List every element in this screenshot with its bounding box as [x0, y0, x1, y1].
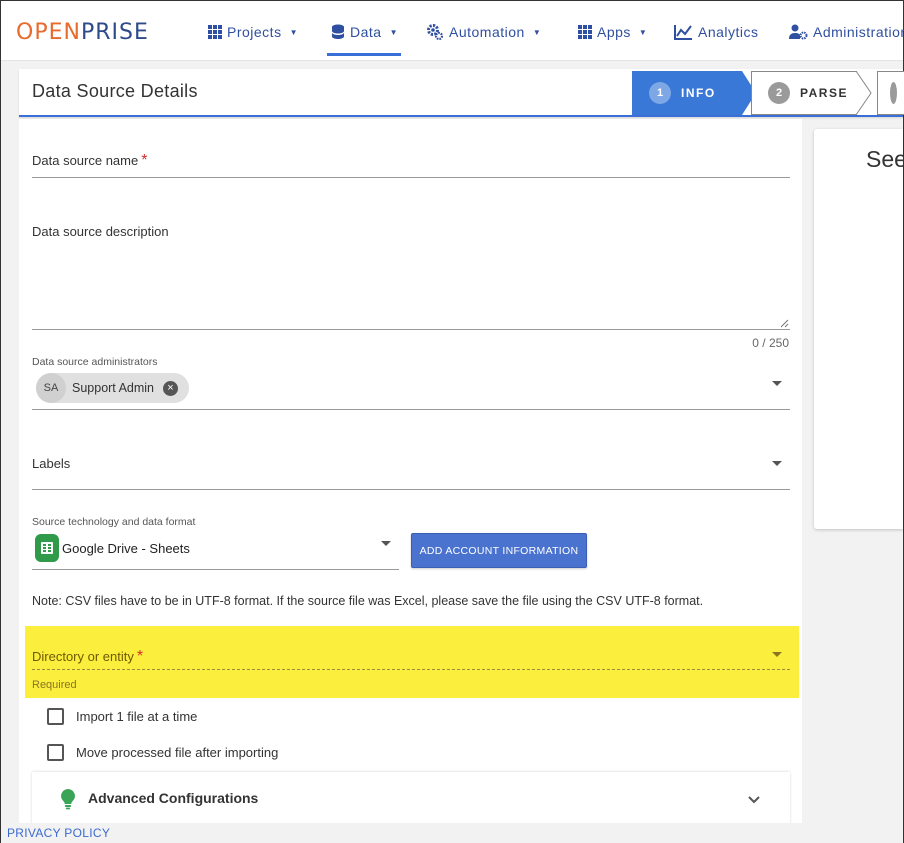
top-navigation-bar: OPENPRISE Projects ▼ Data ▼ Automation ▼… — [1, 1, 904, 61]
footer — [1, 823, 903, 843]
admin-chip[interactable]: SA Support Admin × — [36, 373, 189, 403]
side-panel-title: See — [866, 146, 904, 172]
step-number — [890, 82, 897, 104]
admins-dropdown-icon[interactable] — [772, 381, 782, 386]
admins-field-label: Data source administrators — [32, 356, 158, 368]
caret-down-icon: ▼ — [389, 27, 398, 37]
side-panel: See — [814, 129, 904, 529]
avatar: SA — [36, 373, 66, 403]
nav-data[interactable]: Data ▼ — [331, 19, 398, 45]
chevron-down-icon[interactable] — [746, 791, 762, 807]
name-field-label: Data source name * — [32, 152, 148, 169]
description-field-label: Data source description — [32, 224, 169, 239]
source-select[interactable] — [32, 569, 399, 570]
source-field-label: Source technology and data format — [32, 516, 196, 528]
page-title: Data Source Details — [32, 81, 198, 101]
grid-icon — [208, 25, 222, 39]
name-input[interactable] — [32, 177, 790, 178]
checkbox-icon[interactable] — [47, 743, 64, 761]
caret-down-icon: ▼ — [638, 27, 648, 37]
openprise-logo[interactable]: OPENPRISE — [16, 20, 149, 46]
admins-select[interactable] — [32, 409, 790, 410]
nav-analytics[interactable]: Analytics — [674, 19, 759, 45]
user-gear-icon — [789, 24, 808, 40]
step-label: PARSE — [800, 86, 848, 100]
lightbulb-icon — [61, 789, 75, 810]
source-selected-value: Google Drive - Sheets — [62, 541, 190, 556]
line-chart-icon — [674, 25, 692, 40]
required-mark: * — [141, 152, 148, 169]
directory-dropdown-icon[interactable] — [772, 652, 782, 657]
nav-apps[interactable]: Apps ▼ — [578, 19, 647, 45]
directory-field-label: Directory or entity * — [32, 648, 144, 665]
step-parse[interactable]: 2 PARSE — [751, 71, 857, 115]
page-header: Data Source Details 1 INFO 2 PARSE — [19, 69, 904, 117]
character-counter: 0 / 250 — [752, 336, 789, 350]
move-processed-checkbox[interactable]: Move processed file after importing — [47, 742, 278, 762]
advanced-configurations-title: Advanced Configurations — [88, 790, 259, 806]
caret-down-icon: ▼ — [289, 27, 298, 37]
step-number: 1 — [649, 82, 671, 104]
step-number: 2 — [768, 82, 790, 104]
advanced-configurations-panel[interactable]: Advanced Configurations — [32, 772, 790, 829]
required-mark: * — [136, 648, 144, 665]
google-sheets-icon — [35, 534, 59, 562]
nav-administration[interactable]: Administration — [789, 19, 904, 45]
source-dropdown-icon[interactable] — [381, 541, 391, 546]
step-next[interactable] — [877, 71, 904, 115]
resize-grip-icon[interactable] — [780, 319, 789, 328]
labels-select[interactable] — [32, 489, 790, 490]
description-textarea[interactable] — [32, 329, 790, 330]
chip-label: Support Admin — [72, 381, 154, 395]
close-icon[interactable]: × — [163, 380, 178, 396]
labels-field-label: Labels — [32, 456, 71, 471]
gears-icon — [427, 24, 444, 41]
csv-note: Note: CSV files have to be in UTF-8 form… — [32, 594, 704, 608]
step-arrow — [856, 71, 872, 115]
nav-projects[interactable]: Projects ▼ — [208, 19, 298, 45]
checkbox-icon[interactable] — [47, 707, 64, 725]
step-label: INFO — [681, 86, 716, 100]
privacy-policy-link[interactable]: PRIVACY POLICY — [7, 826, 115, 840]
labels-dropdown-icon[interactable] — [772, 461, 782, 466]
caret-down-icon: ▼ — [532, 27, 542, 37]
directory-error-text: Required — [32, 679, 77, 691]
nav-active-indicator — [327, 53, 401, 56]
database-icon — [332, 24, 344, 39]
add-account-button[interactable]: ADD ACCOUNT INFORMATION — [411, 533, 587, 568]
directory-select[interactable] — [32, 669, 790, 670]
step-info[interactable]: 1 INFO — [632, 71, 742, 115]
import-one-checkbox[interactable]: Import 1 file at a time — [47, 706, 197, 726]
nav-automation[interactable]: Automation ▼ — [426, 19, 541, 45]
grid-icon — [578, 25, 592, 39]
